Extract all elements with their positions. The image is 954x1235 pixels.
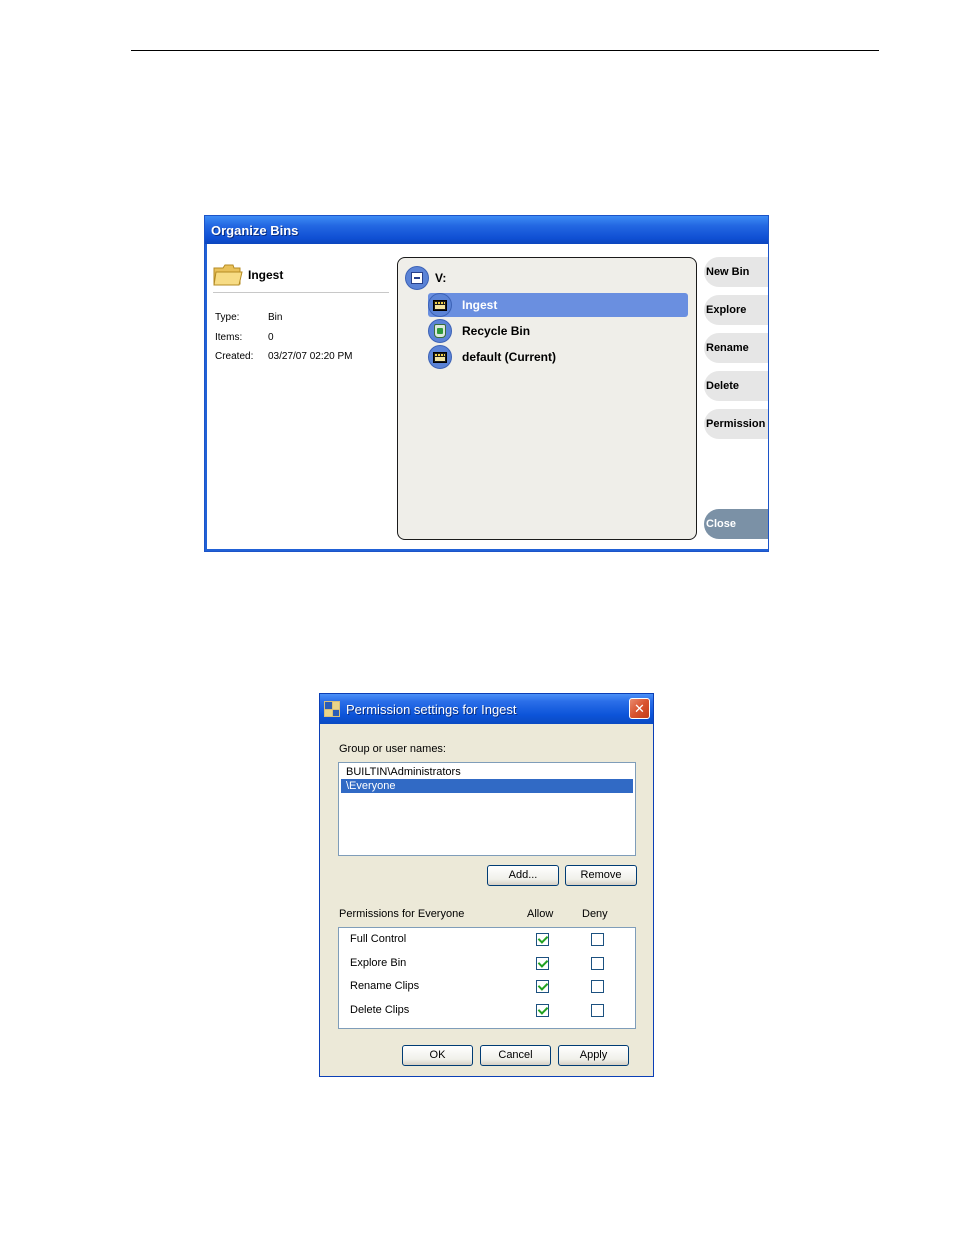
allow-column-header: Allow bbox=[527, 908, 554, 920]
tree-item-recycle-bin[interactable]: Recycle Bin bbox=[428, 319, 688, 343]
remove-button[interactable]: Remove bbox=[565, 865, 637, 886]
permissions-list: Full Control Explore Bin Rename Clips De… bbox=[338, 927, 636, 1029]
selected-bin-name: Ingest bbox=[248, 268, 284, 282]
permission-row-full-control: Full Control bbox=[339, 930, 635, 950]
close-button[interactable]: Close bbox=[704, 509, 768, 539]
list-item-everyone[interactable]: \Everyone bbox=[341, 779, 633, 793]
property-label: Items: bbox=[215, 332, 243, 343]
clip-bin-icon bbox=[428, 345, 452, 369]
permission-row-delete-clips: Delete Clips bbox=[339, 1001, 635, 1021]
close-icon[interactable]: ✕ bbox=[629, 698, 650, 719]
tree-root-drive[interactable]: V: bbox=[405, 266, 446, 290]
permissions-label: Permissions for Everyone bbox=[339, 908, 465, 920]
property-created: Created: 03/27/07 02:20 PM bbox=[215, 351, 353, 362]
allow-checkbox[interactable] bbox=[536, 1004, 549, 1017]
property-type: Type: Bin bbox=[215, 312, 282, 323]
bin-tree-panel: V: Ingest Recycle Bin default (Current) bbox=[397, 257, 697, 540]
deny-checkbox[interactable] bbox=[591, 933, 604, 946]
deny-column-header: Deny bbox=[582, 908, 608, 920]
window-border-bottom bbox=[205, 549, 768, 551]
clip-bin-icon bbox=[428, 293, 452, 317]
permission-button[interactable]: Permission bbox=[704, 409, 768, 439]
permission-name: Rename Clips bbox=[350, 980, 420, 992]
property-value: Bin bbox=[268, 312, 283, 323]
property-label: Created: bbox=[215, 351, 254, 362]
user-listbox[interactable]: BUILTIN\Administrators \Everyone bbox=[338, 762, 636, 856]
deny-checkbox[interactable] bbox=[591, 980, 604, 993]
tree-item-ingest[interactable]: Ingest bbox=[428, 293, 688, 317]
permission-row-explore-bin: Explore Bin bbox=[339, 954, 635, 974]
allow-checkbox[interactable] bbox=[536, 957, 549, 970]
app-icon bbox=[324, 701, 340, 717]
properties-header: Ingest bbox=[213, 260, 283, 290]
allow-checkbox[interactable] bbox=[536, 933, 549, 946]
new-bin-button[interactable]: New Bin bbox=[704, 257, 768, 287]
tree-root-label: V: bbox=[435, 271, 447, 285]
cancel-button[interactable]: Cancel bbox=[480, 1045, 551, 1066]
allow-checkbox[interactable] bbox=[536, 980, 549, 993]
group-label: Group or user names: bbox=[339, 743, 446, 755]
tree-item-default[interactable]: default (Current) bbox=[428, 345, 688, 369]
property-value: 0 bbox=[268, 332, 274, 343]
explore-button[interactable]: Explore bbox=[704, 295, 768, 325]
collapse-icon[interactable] bbox=[405, 266, 429, 290]
header-rule bbox=[131, 50, 879, 51]
property-items: Items: 0 bbox=[215, 332, 274, 343]
permission-dialog-titlebar: Permission settings for Ingest ✕ bbox=[320, 694, 653, 724]
properties-divider bbox=[213, 292, 389, 293]
delete-button[interactable]: Delete bbox=[704, 371, 768, 401]
organize-bins-client: Ingest Type: Bin Items: 0 Created: 03/27… bbox=[207, 244, 768, 549]
property-value: 03/27/07 02:20 PM bbox=[268, 351, 353, 362]
tree-item-label: default (Current) bbox=[462, 350, 556, 364]
property-label: Type: bbox=[215, 312, 240, 323]
rename-button[interactable]: Rename bbox=[704, 333, 768, 363]
permission-row-rename-clips: Rename Clips bbox=[339, 977, 635, 997]
tree-item-label: Recycle Bin bbox=[462, 324, 531, 338]
tree-item-label: Ingest bbox=[462, 298, 498, 312]
dialog-title: Permission settings for Ingest bbox=[346, 701, 517, 717]
permission-name: Explore Bin bbox=[350, 957, 407, 969]
deny-checkbox[interactable] bbox=[591, 1004, 604, 1017]
recycle-bin-icon bbox=[428, 319, 452, 343]
organize-bins-window: Organize Bins Ingest Type: Bin Items: 0 … bbox=[204, 215, 769, 552]
permission-name: Full Control bbox=[350, 933, 407, 945]
organize-bins-title: Organize Bins bbox=[205, 216, 768, 244]
folder-icon bbox=[213, 264, 243, 286]
permission-name: Delete Clips bbox=[350, 1004, 410, 1016]
add-button[interactable]: Add... bbox=[487, 865, 559, 886]
list-item-administrators[interactable]: BUILTIN\Administrators bbox=[341, 765, 633, 779]
apply-button[interactable]: Apply bbox=[558, 1045, 629, 1066]
permission-settings-dialog: Permission settings for Ingest ✕ Group o… bbox=[319, 693, 654, 1077]
ok-button[interactable]: OK bbox=[402, 1045, 473, 1066]
deny-checkbox[interactable] bbox=[591, 957, 604, 970]
